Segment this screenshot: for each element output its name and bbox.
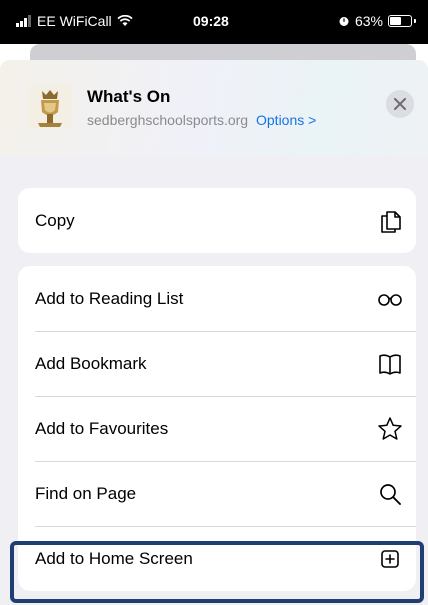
options-link[interactable]: Options > xyxy=(256,112,316,128)
site-domain-line: sedberghschoolsports.org Options > xyxy=(87,112,316,128)
actions-group: Add to Reading List Add Bookmark Add to … xyxy=(18,266,416,591)
close-button[interactable] xyxy=(386,90,414,118)
magnifier-icon xyxy=(376,480,404,508)
status-right: 63% xyxy=(338,13,416,29)
add-square-icon xyxy=(376,545,404,573)
share-sheet-header: What's On sedberghschoolsports.org Optio… xyxy=(0,60,428,156)
action-label: Add Bookmark xyxy=(35,353,147,373)
site-domain: sedberghschoolsports.org xyxy=(87,112,249,128)
battery-level xyxy=(390,17,401,25)
action-label: Add to Favourites xyxy=(35,418,169,438)
action-find-on-page[interactable]: Find on Page xyxy=(18,461,416,526)
close-icon xyxy=(394,98,406,110)
site-crest-icon xyxy=(28,85,72,129)
wifi-icon xyxy=(117,15,133,26)
copy-group: Copy xyxy=(18,188,416,253)
carrier-label: EE WiFiCall xyxy=(37,13,112,29)
action-add-to-home-screen[interactable]: Add to Home Screen xyxy=(18,526,416,591)
battery-cap xyxy=(414,19,416,23)
status-bar: EE WiFiCall 09:28 63% xyxy=(0,0,428,44)
action-add-to-favourites[interactable]: Add to Favourites xyxy=(18,396,416,461)
glasses-icon xyxy=(376,285,404,313)
status-left: EE WiFiCall xyxy=(16,13,133,29)
action-add-to-reading-list[interactable]: Add to Reading List xyxy=(18,266,416,331)
share-sheet: What's On sedberghschoolsports.org Optio… xyxy=(0,60,428,605)
action-label: Find on Page xyxy=(35,483,137,503)
page-title: What's On xyxy=(87,87,171,106)
signal-icon xyxy=(16,15,31,27)
book-icon xyxy=(376,350,404,378)
action-label: Add to Reading List xyxy=(35,288,184,308)
battery-icon xyxy=(388,15,412,27)
alarm-icon xyxy=(339,17,349,26)
copy-icon xyxy=(376,207,404,235)
battery-percent: 63% xyxy=(354,13,383,29)
action-add-bookmark[interactable]: Add Bookmark xyxy=(18,331,416,396)
status-time: 09:28 xyxy=(193,13,229,29)
action-copy[interactable]: Copy xyxy=(18,188,416,253)
action-label: Copy xyxy=(35,210,75,230)
action-label: Add to Home Screen xyxy=(35,548,193,568)
star-icon xyxy=(376,415,404,443)
